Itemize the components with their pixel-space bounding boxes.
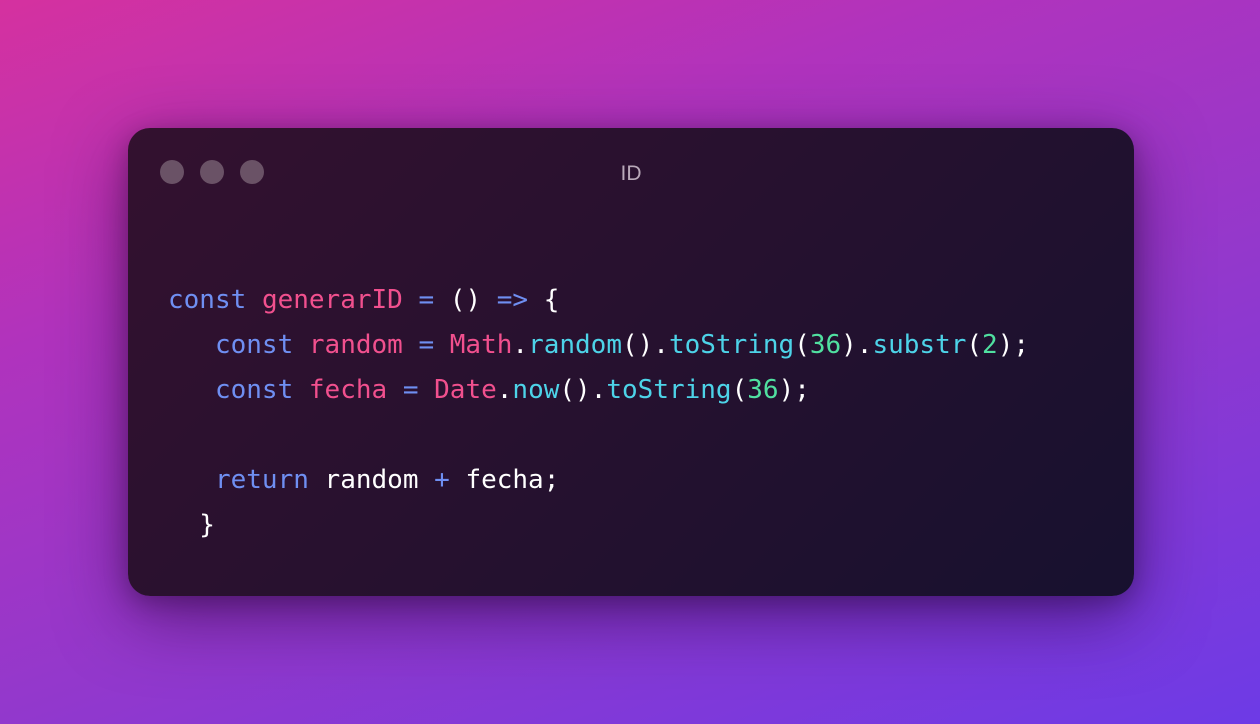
code-line: const generarID = () => { [168, 278, 1029, 323]
code-token: generarID [261, 285, 403, 315]
code-line: } [168, 503, 1029, 548]
code-token: fecha [308, 375, 388, 405]
code-token: Math [449, 330, 513, 360]
code-token: now [512, 375, 560, 405]
code-token: const [168, 330, 294, 360]
code-token: random [308, 330, 403, 360]
code-token: ( [966, 330, 983, 360]
code-line: const fecha = Date.now().toString(36); [168, 368, 1029, 413]
code-line: const random = Math.random().toString(36… [168, 323, 1029, 368]
code-token: ( [731, 375, 748, 405]
code-token: . [512, 330, 529, 360]
code-token: (). [559, 375, 607, 405]
code-token: = [402, 375, 419, 405]
code-token: (). [621, 330, 669, 360]
code-token: random [528, 330, 622, 360]
code-token: ); [778, 375, 810, 405]
code-token: const [168, 285, 247, 315]
code-token: + [434, 465, 450, 495]
code-token: toString [668, 330, 795, 360]
code-token: random [324, 465, 419, 495]
code-token: fecha; [465, 465, 560, 495]
code-token: return [168, 465, 309, 495]
code-token: 36 [747, 375, 779, 405]
code-token: substr [872, 330, 967, 360]
code-token: Date [434, 375, 497, 405]
code-token: } [168, 510, 215, 540]
code-token: ). [841, 330, 873, 360]
code-token: => [496, 285, 529, 315]
code-token: const [168, 375, 294, 405]
code-token: = [418, 330, 435, 360]
code-token: = [418, 285, 435, 315]
code-token: () [449, 285, 482, 315]
code-line: return random + fecha; [168, 458, 1029, 503]
code-window: ID const generarID = () => { const rando… [128, 128, 1134, 596]
code-token: toString [606, 375, 732, 405]
window-title: ID [620, 162, 642, 185]
window-titlebar: ID [128, 128, 1134, 218]
code-token: 2 [982, 330, 998, 360]
code-token: ); [997, 330, 1030, 360]
code-block: const generarID = () => { const random =… [168, 278, 1029, 548]
code-token: ( [794, 330, 810, 360]
code-token: . [496, 375, 513, 405]
code-token: 36 [809, 330, 842, 360]
code-token: { [543, 285, 560, 315]
